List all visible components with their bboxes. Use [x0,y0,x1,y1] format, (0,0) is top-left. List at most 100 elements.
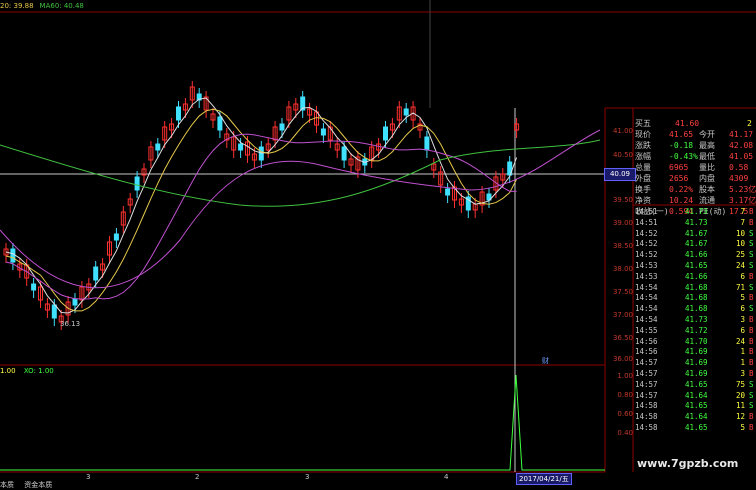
quote-stat-row: 换手 0.22% 股本 5.23亿 [633,184,756,195]
tick-row: 14:51 41.73 7 B [633,218,756,228]
tick-side: S [749,401,754,411]
tick-row: 14:56 41.69 1 B [633,347,756,357]
candle-body [134,176,140,191]
candle-body [155,143,161,151]
candle-body [93,266,99,281]
quote-l1: 总量 [635,163,651,172]
tick-time: 14:51 [635,207,658,216]
quote-stat-row: 涨幅 -0.43% 最低 41.05 [633,151,756,162]
volume-marker: 财 [542,357,549,365]
tick-price: 41.69 [685,369,708,378]
tick-vol: 71 [735,282,745,292]
tick-price: 41.65 [685,423,708,432]
candle-body [176,106,181,121]
indicator-tick-label: 0.80 [617,391,633,399]
indicator-header: 1.00 XO: 1.00 [0,367,54,375]
tick-side: S [749,261,754,270]
quote-v1: 2656 [669,174,689,183]
quote-v2: 4309 [729,174,749,183]
tick-row: 14:56 41.70 24 B [633,337,756,347]
quote-l1: 外盘 [635,174,651,183]
order-volume: 2 [747,119,752,128]
indicator-line [0,374,605,471]
tick-time: 14:58 [635,412,658,422]
indicator-spike-line [0,374,605,471]
price-tick-label: 39.50 [612,196,633,204]
tick-time: 14:53 [635,261,658,270]
candle-body [238,143,244,151]
tick-price: 41.72 [685,325,708,335]
price-tick-label: 41.00 [612,127,633,135]
price-tick-label: 36.50 [612,334,633,342]
tick-vol: 12 [735,412,745,422]
quote-v1: -0.18 [669,141,694,150]
indicator-tick-label: 0.40 [617,429,633,437]
tick-row: 14:54 41.68 71 S [633,283,756,293]
ma-header: 20: 39.88 MA60: 40.48 [0,0,90,12]
price-tick-label: 37.50 [612,288,633,296]
tick-side: B [749,271,754,281]
tick-price: 41.73 [685,217,708,227]
tick-price: 41.68 [685,282,708,292]
candle-body [10,248,16,263]
tick-row: 14:58 41.64 12 B [633,412,756,422]
tick-time: 14:57 [635,379,658,389]
tick-row: 14:54 41.68 5 B [633,293,756,303]
tab-fund-essence[interactable]: 资金本质 [24,481,52,489]
tick-price: 41.64 [685,390,708,400]
moving-average-lines [0,97,601,314]
indicator-tick-label: 1.00 [617,372,633,380]
tick-row: 14:54 41.68 6 S [633,304,756,314]
ma60-label: MA60: 40.48 [39,2,84,10]
tick-price: 41.69 [685,358,708,368]
tab-essence[interactable]: 本质 [0,481,14,489]
tick-price: 41.64 [685,412,708,422]
ma20-label: 20: 39.88 [0,2,34,10]
ma-line [5,108,518,312]
tick-vol: 6 [740,271,745,281]
quote-v2: 42.08 [729,141,754,150]
tick-row: 14:58 41.65 11 S [633,401,756,411]
tick-side: S [749,250,754,260]
tick-time: 14:58 [635,423,658,432]
tick-row: 14:57 41.69 3 B [633,369,756,379]
tick-price: 41.68 [685,293,708,303]
tick-side: B [749,217,754,227]
candle-body [424,136,430,151]
candle-body [320,128,326,136]
tick-price: 41.65 [685,261,708,270]
tick-row: 14:54 41.73 3 B [633,315,756,325]
tick-price: 41.70 [685,336,708,346]
candle-body [279,123,285,131]
tick-side: B [749,325,754,335]
tick-price: 41.65 [685,379,708,389]
quote-stat-row: 总量 6965 量比 0.58 [633,162,756,173]
tick-row: 14:52 41.67 10 S [633,229,756,239]
month-mark: 2 [195,473,200,481]
tick-vol: 10 [735,228,745,238]
tick-price: 41.67 [685,228,708,238]
price-tick-label: 36.00 [612,355,633,363]
tick-vol: 7 [740,217,745,227]
quote-l2: 最低 [699,152,715,161]
tick-price: 41.73 [685,315,708,324]
tick-vol: 10 [735,239,745,249]
candle-body [217,116,223,131]
tick-vol: 11 [735,401,745,411]
tick-price: 41.67 [685,239,708,249]
quote-v1: 41.65 [669,130,694,139]
tick-row: 14:53 41.66 6 B [633,272,756,282]
tick-vol: 24 [735,336,745,346]
price-tick-label: 38.50 [612,242,633,250]
tick-price: 41.66 [685,271,708,281]
order-book-row: 买五 41.60 2 [633,118,756,129]
quote-v2: 0.58 [729,163,749,172]
tick-side: S [749,282,754,292]
quote-l1: 涨幅 [635,152,651,161]
indicator-value-a: 1.00 [0,367,16,375]
tick-price: 41.68 [685,304,708,314]
tick-vol: 3 [740,369,745,378]
tick-side: S [749,304,754,314]
candle-body [403,108,409,116]
tick-price: 41.69 [685,347,708,357]
